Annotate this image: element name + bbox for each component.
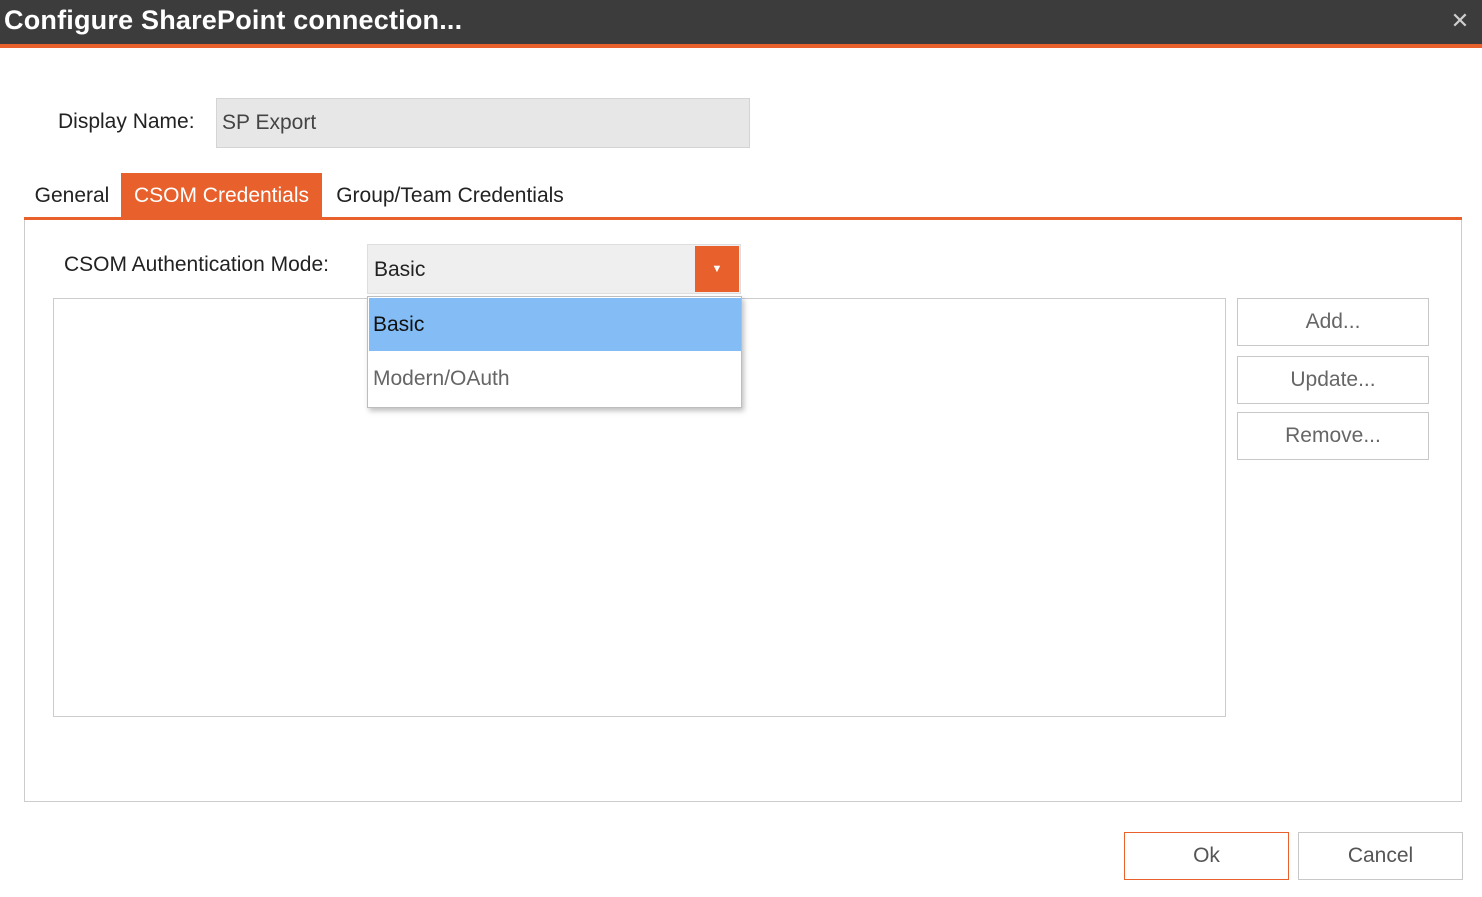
title-bar: Configure SharePoint connection... ✕	[0, 0, 1482, 48]
dropdown-option-basic[interactable]: Basic	[369, 298, 741, 351]
display-name-input[interactable]	[216, 98, 750, 148]
ok-button[interactable]: Ok	[1124, 832, 1289, 880]
update-button[interactable]: Update...	[1237, 356, 1429, 404]
display-name-label: Display Name:	[58, 110, 195, 133]
tab-csom-credentials[interactable]: CSOM Credentials	[121, 173, 322, 218]
window-title: Configure SharePoint connection...	[4, 5, 463, 35]
tab-group-team-credentials[interactable]: Group/Team Credentials	[322, 173, 578, 218]
add-button[interactable]: Add...	[1237, 298, 1429, 346]
auth-mode-dropdown-list: Basic Modern/OAuth	[367, 296, 742, 408]
tab-general[interactable]: General	[24, 173, 120, 218]
csom-auth-mode-label: CSOM Authentication Mode:	[64, 253, 329, 276]
csom-auth-mode-select[interactable]: Basic ▼	[367, 244, 741, 294]
close-icon[interactable]: ✕	[1446, 6, 1474, 36]
cancel-button[interactable]: Cancel	[1298, 832, 1463, 880]
chevron-down-icon[interactable]: ▼	[695, 246, 739, 292]
remove-button[interactable]: Remove...	[1237, 412, 1429, 460]
dropdown-option-modern-oauth[interactable]: Modern/OAuth	[369, 352, 741, 405]
csom-auth-mode-value: Basic	[374, 258, 426, 281]
